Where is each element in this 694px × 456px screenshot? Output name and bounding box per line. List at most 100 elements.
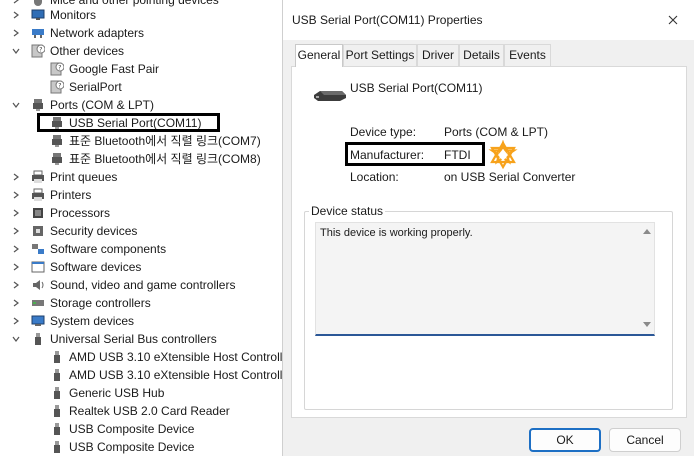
chevron-down-icon[interactable] [11,42,21,60]
usb-plug-icon [54,369,60,381]
tree-item-label: Realtek USB 2.0 Card Reader [69,404,230,418]
tree-item[interactable]: Generic USB Hub [0,384,290,402]
device-status-text: This device is working properly. [320,227,473,239]
chevron-right-icon[interactable] [11,222,21,240]
tree-item-label: Processors [50,206,111,220]
tab-driver[interactable]: Driver [417,44,459,66]
unknown-device-icon: ? [31,44,45,58]
ok-button[interactable]: OK [529,428,601,452]
chevron-right-icon[interactable] [11,258,21,276]
tree-item-label: SerialPort [69,80,122,94]
tree-item[interactable]: Software devices [0,258,290,276]
tree-item[interactable]: Network adapters [0,24,290,42]
device-status-textbox[interactable]: This device is working properly. [315,222,655,336]
status-scrollbar[interactable] [640,223,654,333]
tree-item[interactable]: Storage controllers [0,294,290,312]
manufacturer-highlight [345,142,485,166]
tree-item[interactable]: Printers [0,186,290,204]
tab-details[interactable]: Details [459,44,504,66]
device-status-legend: Device status [309,204,386,218]
chevron-down-icon[interactable] [11,330,21,348]
tab-events[interactable]: Events [504,44,551,66]
scroll-down-icon[interactable] [643,322,651,327]
tree-item-label: Ports (COM & LPT) [50,98,155,112]
tree-item[interactable]: Sound, video and game controllers [0,276,290,294]
tree-item-label: 표준 Bluetooth에서 직렬 링크(COM8) [69,152,261,166]
usb-plug-icon [54,441,60,453]
tree-item[interactable]: ? Other devices [0,42,290,60]
location-label: Location: [350,170,399,184]
tree-item[interactable]: ? SerialPort [0,78,290,96]
properties-dialog: USB Serial Port(COM11) Properties Genera… [282,0,694,456]
tree-item-label: AMD USB 3.10 eXtensible Host Controller [69,350,290,364]
tree-item-label: Network adapters [50,26,145,40]
star-icon [488,140,518,170]
tree-item-label: Monitors [50,8,97,22]
tree-item-label: AMD USB 3.10 eXtensible Host Controller [69,368,290,382]
tree-item-label: USB Composite Device [69,422,195,436]
tree-item[interactable]: USB Composite Device [0,438,290,456]
tab-port-settings[interactable]: Port Settings [343,44,417,66]
dialog-title: USB Serial Port(COM11) Properties [292,13,483,27]
chevron-down-icon[interactable] [11,96,21,114]
printer-icon [32,170,44,183]
security-icon [33,226,43,236]
chevron-right-icon[interactable] [11,294,21,312]
tab-bar: General Port Settings Driver Details Eve… [291,44,691,67]
component-icon [32,244,44,254]
tree-item[interactable]: ? Google Fast Pair [0,60,290,78]
tree-item[interactable]: 표준 Bluetooth에서 직렬 링크(COM8) [0,150,290,168]
tree-item[interactable]: Software components [0,240,290,258]
monitor-icon [31,9,45,20]
scroll-up-icon[interactable] [643,229,651,234]
tree-item[interactable]: AMD USB 3.10 eXtensible Host Controller [0,366,290,384]
chevron-right-icon[interactable] [11,186,21,204]
printer-icon [32,188,44,201]
close-icon [668,15,678,25]
chevron-right-icon[interactable] [11,6,21,24]
tree-item-label: System devices [50,314,135,328]
location-value: on USB Serial Converter [444,170,576,184]
port-icon [33,99,43,111]
tree-item[interactable]: System devices [0,312,290,330]
tree-item-label: 표준 Bluetooth에서 직렬 링크(COM7) [69,134,261,148]
tree-item[interactable]: Realtek USB 2.0 Card Reader [0,402,290,420]
tab-general[interactable]: General [295,44,343,67]
usb-plug-icon [54,351,60,363]
device-name: USB Serial Port(COM11) [350,81,483,95]
software-device-icon [31,261,45,273]
chevron-right-icon[interactable] [11,240,21,258]
chevron-right-icon[interactable] [11,312,21,330]
dialog-titlebar[interactable]: USB Serial Port(COM11) Properties [283,0,694,40]
chevron-right-icon[interactable] [11,168,21,186]
svg-text:?: ? [58,82,61,89]
tree-item[interactable]: AMD USB 3.10 eXtensible Host Controller [0,348,290,366]
svg-text:?: ? [58,64,61,71]
close-button[interactable] [659,8,687,32]
chevron-right-icon[interactable] [11,276,21,294]
usb-plug-icon [54,405,60,417]
tree-item[interactable]: Print queues [0,168,290,186]
tree-item-label: Print queues [50,170,118,184]
tree-item[interactable]: Monitors [0,6,290,24]
tree-item[interactable]: Ports (COM & LPT) [0,96,290,114]
unknown-device-icon: ? [50,80,64,94]
tree-item-label: Other devices [50,44,125,58]
tree-item[interactable]: 표준 Bluetooth에서 직렬 링크(COM7) [0,132,290,150]
tree-item[interactable]: Security devices [0,222,290,240]
usb-icon [35,333,41,345]
chevron-right-icon[interactable] [11,204,21,222]
tree-item-label: USB Composite Device [69,440,195,454]
tree-item[interactable]: Processors [0,204,290,222]
storage-icon [32,300,44,306]
tree-item[interactable]: Universal Serial Bus controllers [0,330,290,348]
cancel-button[interactable]: Cancel [609,428,681,452]
tree-item-label: Security devices [50,224,138,238]
usb-plug-icon [54,423,60,435]
tree-item-label: Software components [50,242,167,256]
chevron-right-icon[interactable] [11,24,21,42]
tree-item-label: Printers [50,188,92,202]
port-icon [52,135,62,147]
device-type-label: Device type: [350,125,417,139]
tree-item[interactable]: USB Composite Device [0,420,290,438]
